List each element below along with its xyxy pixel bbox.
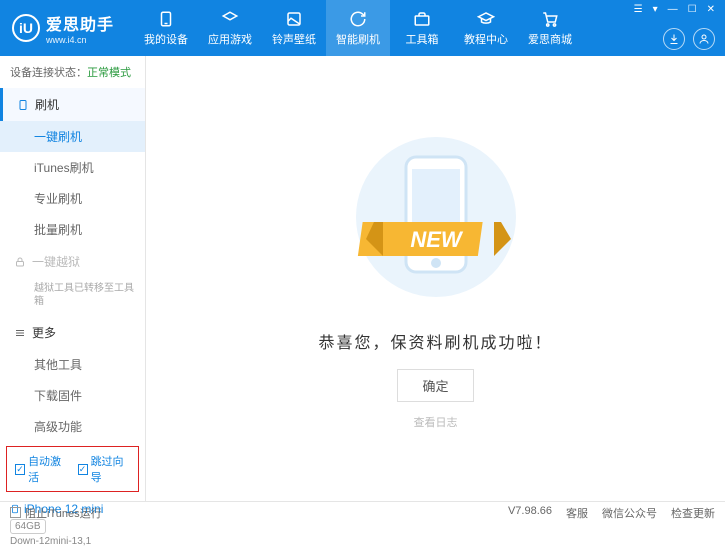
nav-label: 应用游戏 — [208, 31, 252, 47]
user-icon — [698, 33, 710, 45]
version-text: V7.98.66 — [508, 505, 552, 521]
nav-label: 智能刷机 — [336, 31, 380, 47]
sidebar-other-tools[interactable]: 其他工具 — [0, 349, 145, 380]
app-name: 爱思助手 — [46, 11, 114, 35]
svg-text:NEW: NEW — [410, 227, 464, 252]
sidebar-more[interactable]: 更多 — [0, 316, 145, 349]
dropdown-icon[interactable]: ▾ — [651, 4, 660, 15]
check-icon: ✓ — [15, 464, 25, 475]
sidebar-oneclick-flash[interactable]: 一键刷机 — [0, 121, 145, 152]
nav-store[interactable]: 爱思商城 — [518, 0, 582, 56]
window-controls: ☰ ▾ — ☐ ✕ — [632, 4, 717, 15]
nav-label: 教程中心 — [464, 31, 508, 47]
connection-status: 设备连接状态：正常模式 — [0, 56, 145, 88]
sidebar-itunes-flash[interactable]: iTunes刷机 — [0, 152, 145, 183]
view-log-link[interactable]: 查看日志 — [414, 414, 458, 430]
ok-button[interactable]: 确定 — [397, 369, 473, 402]
nav-label: 我的设备 — [144, 31, 188, 47]
phone-icon — [17, 99, 29, 111]
storage-badge: 64GB — [10, 519, 46, 534]
app-domain: www.i4.cn — [46, 35, 114, 45]
chk-label: 阻止iTunes运行 — [25, 505, 102, 521]
sidebar-pro-flash[interactable]: 专业刷机 — [0, 183, 145, 214]
nav-label: 铃声壁纸 — [272, 31, 316, 47]
chk-label: 自动激活 — [28, 453, 67, 485]
list-icon — [14, 327, 26, 339]
nav-apps[interactable]: 应用游戏 — [198, 0, 262, 56]
nav-toolbox[interactable]: 工具箱 — [390, 0, 454, 56]
nav-flash[interactable]: 智能刷机 — [326, 0, 390, 56]
jailbreak-note: 越狱工具已转移至工具箱 — [0, 278, 145, 316]
download-icon — [668, 33, 680, 45]
minimize-icon[interactable]: — — [666, 4, 680, 15]
status-label: 设备连接状态： — [10, 67, 87, 79]
wechat-link[interactable]: 微信公众号 — [602, 505, 657, 521]
main-content: NEW 恭喜您，保资料刷机成功啦！ 确定 查看日志 — [146, 56, 725, 501]
check-icon: ✓ — [78, 464, 88, 475]
skip-guide-checkbox[interactable]: ✓跳过向导 — [78, 453, 131, 485]
service-link[interactable]: 客服 — [566, 505, 588, 521]
device-meta: Down-12mini-13,1 — [10, 536, 135, 547]
footer-links: V7.98.66 客服 微信公众号 检查更新 — [508, 505, 715, 521]
header-actions — [663, 28, 715, 50]
refresh-icon — [349, 10, 367, 28]
sidebar-flash[interactable]: 刷机 — [0, 88, 145, 121]
chk-label: 跳过向导 — [91, 453, 130, 485]
sidebar-advanced[interactable]: 高级功能 — [0, 411, 145, 442]
block-itunes-checkbox[interactable]: 阻止iTunes运行 — [10, 505, 102, 521]
section-label: 一键越狱 — [32, 253, 80, 270]
nav-label: 爱思商城 — [528, 31, 572, 47]
sidebar-jailbreak[interactable]: 一键越狱 — [0, 245, 145, 278]
sidebar-batch-flash[interactable]: 批量刷机 — [0, 214, 145, 245]
sidebar: 设备连接状态：正常模式 刷机 一键刷机 iTunes刷机 专业刷机 批量刷机 一… — [0, 56, 146, 501]
check-update-link[interactable]: 检查更新 — [671, 505, 715, 521]
graduation-icon — [477, 10, 495, 28]
logo: iU 爱思助手 www.i4.cn — [12, 11, 114, 45]
apps-icon — [221, 10, 239, 28]
close-icon[interactable]: ✕ — [705, 4, 717, 15]
nav-tutorials[interactable]: 教程中心 — [454, 0, 518, 56]
nav-mydevice[interactable]: 我的设备 — [134, 0, 198, 56]
lock-icon — [14, 256, 26, 268]
section-label: 刷机 — [35, 96, 59, 113]
download-button[interactable] — [663, 28, 685, 50]
success-message: 恭喜您，保资料刷机成功啦！ — [318, 329, 552, 353]
success-illustration: NEW — [336, 127, 536, 317]
cart-icon — [541, 10, 559, 28]
checkbox-icon — [10, 507, 21, 518]
toolbox-icon — [413, 10, 431, 28]
status-value: 正常模式 — [87, 67, 131, 79]
nav: 我的设备 应用游戏 铃声壁纸 智能刷机 工具箱 教程中心 爱思商城 — [134, 0, 582, 56]
body: 设备连接状态：正常模式 刷机 一键刷机 iTunes刷机 专业刷机 批量刷机 一… — [0, 56, 725, 501]
header: iU 爱思助手 www.i4.cn 我的设备 应用游戏 铃声壁纸 智能刷机 工具… — [0, 0, 725, 56]
user-button[interactable] — [693, 28, 715, 50]
wallpaper-icon — [285, 10, 303, 28]
menu-icon[interactable]: ☰ — [632, 4, 645, 15]
maximize-icon[interactable]: ☐ — [686, 4, 699, 15]
phone-icon — [157, 10, 175, 28]
options-row: ✓自动激活 ✓跳过向导 — [6, 446, 139, 492]
section-label: 更多 — [32, 324, 56, 341]
auto-activate-checkbox[interactable]: ✓自动激活 — [15, 453, 68, 485]
logo-icon: iU — [12, 14, 40, 42]
sidebar-download-firmware[interactable]: 下载固件 — [0, 380, 145, 411]
nav-ringtones[interactable]: 铃声壁纸 — [262, 0, 326, 56]
nav-label: 工具箱 — [406, 31, 439, 47]
